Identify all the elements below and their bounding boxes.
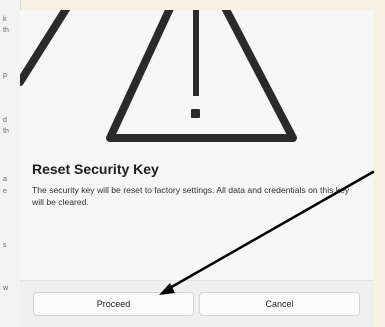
background-text-fragment: w xyxy=(3,285,9,292)
background-text-fragment: p xyxy=(3,72,7,79)
background-text-fragment: s xyxy=(3,242,7,249)
dialog-footer: Proceed Cancel xyxy=(20,280,373,327)
background-text-fragment: th xyxy=(3,27,9,34)
background-text-fragment: th xyxy=(3,128,9,135)
dialog-message: The security key will be reset to factor… xyxy=(32,185,350,207)
proceed-button[interactable]: Proceed xyxy=(33,292,194,316)
dialog-title: Reset Security Key xyxy=(32,161,159,177)
warning-icon xyxy=(20,10,297,142)
reset-security-key-dialog: Reset Security Key The security key will… xyxy=(20,10,373,327)
background-window: k th p d th a e s w xyxy=(0,0,21,327)
background-text-fragment: e xyxy=(3,188,7,195)
background-text-fragment: d xyxy=(3,117,7,124)
background-text-fragment: a xyxy=(3,176,7,183)
background-text-fragment: k xyxy=(3,16,7,23)
cancel-button[interactable]: Cancel xyxy=(199,292,360,316)
